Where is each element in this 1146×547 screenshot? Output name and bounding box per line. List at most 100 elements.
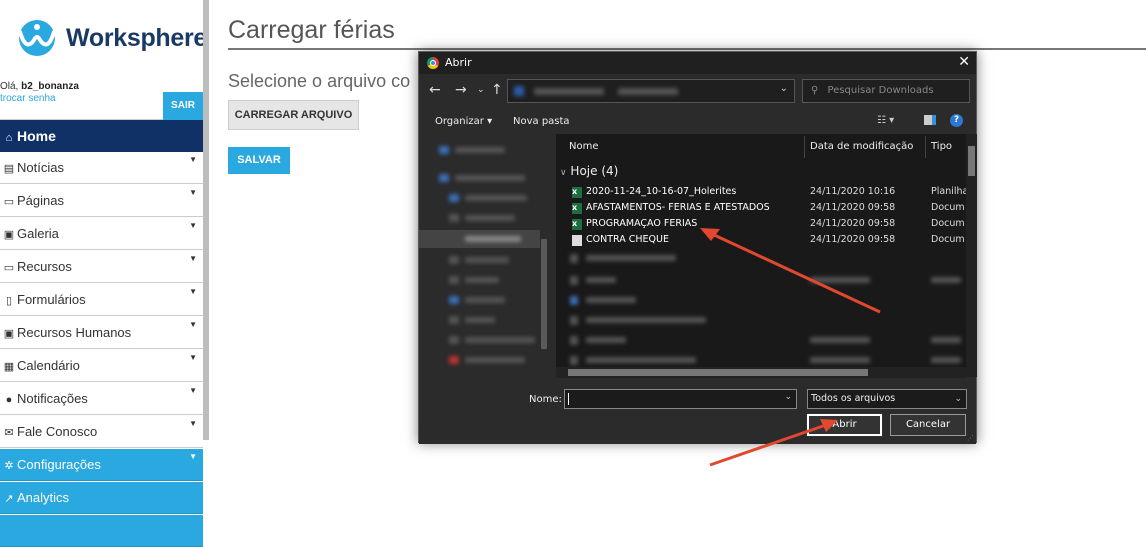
- dialog-navbar: ← → ⌄ ↑ ⌄ ⚲ Pesquisar Downloads: [419, 74, 976, 108]
- file-type: Planilha: [931, 186, 966, 197]
- file-row[interactable]: 2020-11-24_10-16-07_Holerites 24/11/2020…: [556, 184, 966, 200]
- sidebar-item-configuracoes[interactable]: ✲ Configurações ▼: [0, 449, 203, 481]
- file-name: 2020-11-24_10-16-07_Holerites: [586, 186, 737, 197]
- page-title: Carregar férias: [228, 16, 395, 44]
- sidebar-item-recursos-humanos[interactable]: ▣ Recursos Humanos ▼: [0, 317, 203, 349]
- blurred-nav-icon: [439, 146, 449, 154]
- chevron-down-icon: ∨: [560, 168, 567, 178]
- vertical-scroll-thumb[interactable]: [968, 146, 975, 176]
- chevron-down-icon[interactable]: ⌄: [780, 83, 788, 94]
- greeting-text: Olá,: [0, 81, 19, 92]
- file-type-filter[interactable]: Todos os arquivos ⌄: [807, 389, 967, 409]
- dialog-titlebar[interactable]: Abrir ✕: [419, 52, 976, 74]
- dialog-commandbar: Organizar ▾ Nova pasta ☷ ▾ ?: [419, 110, 976, 134]
- sidebar-item-paginas[interactable]: ▭ Páginas ▼: [0, 185, 203, 217]
- file-list[interactable]: Nome Data de modificação Tipo ∨ Hoje (4)…: [556, 134, 966, 377]
- open-button[interactable]: Abrir: [806, 413, 883, 437]
- preview-pane-icon[interactable]: [924, 115, 936, 125]
- file-list-horizontal-scrollbar[interactable]: [556, 367, 966, 378]
- blurred-nav-item: [465, 277, 499, 283]
- caret-down-icon: ▼: [189, 353, 197, 362]
- id-card-icon: ▣: [3, 328, 15, 340]
- blurred-nav-icon: [439, 174, 449, 182]
- blurred-path: [618, 88, 678, 95]
- column-header-name[interactable]: Nome: [569, 134, 599, 160]
- new-folder-button[interactable]: Nova pasta: [513, 116, 570, 127]
- file-type: Docum: [931, 202, 965, 213]
- home-icon: ⌂: [5, 132, 13, 144]
- blurred-file-row: [586, 297, 636, 303]
- sidebar-item-galeria[interactable]: ▣ Galeria ▼: [0, 218, 203, 250]
- blurred-file-row: [810, 357, 870, 363]
- page-subtitle: Selecione o arquivo co: [228, 71, 411, 91]
- blurred-file-row: [586, 337, 626, 343]
- back-arrow-icon[interactable]: ←: [429, 82, 441, 98]
- logout-button[interactable]: SAIR: [163, 92, 203, 120]
- file-row[interactable]: AFASTAMENTOS- FERIAS E ATESTADOS 24/11/2…: [556, 200, 966, 216]
- cancel-button[interactable]: Cancelar: [890, 414, 966, 436]
- recent-locations-icon[interactable]: ⌄: [477, 85, 485, 95]
- caret-down-icon: ▼: [189, 221, 197, 230]
- forward-arrow-icon[interactable]: →: [455, 82, 467, 98]
- view-options-icon[interactable]: ☷ ▾: [877, 115, 894, 126]
- organize-menu[interactable]: Organizar ▾: [435, 116, 492, 127]
- sidebar-item-recursos[interactable]: ▭ Recursos ▼: [0, 251, 203, 283]
- blurred-nav-icon: [449, 336, 459, 344]
- sidebar-item-formularios[interactable]: ▯ Formulários ▼: [0, 284, 203, 316]
- close-icon[interactable]: ✕: [958, 54, 970, 70]
- sidebar-scrollbar[interactable]: [203, 0, 209, 440]
- caret-down-icon: ▼: [189, 254, 197, 263]
- file-type: Docum: [931, 234, 965, 245]
- navigation-pane[interactable]: [419, 134, 551, 379]
- text-cursor: [568, 393, 569, 405]
- sidebar-item-more[interactable]: [0, 515, 203, 547]
- navpane-scrollbar[interactable]: [540, 134, 548, 379]
- blurred-file-row: [570, 296, 578, 305]
- file-row[interactable]: CONTRA CHEQUE 24/11/2020 09:58 Docum: [556, 232, 966, 248]
- sidebar-item-label: Calendário: [17, 358, 80, 373]
- column-header-modified[interactable]: Data de modificação: [810, 134, 913, 160]
- up-arrow-icon[interactable]: ↑: [491, 82, 503, 98]
- resize-grip-icon[interactable]: ⋰: [967, 434, 974, 442]
- blurred-file-row: [586, 357, 696, 363]
- horizontal-scroll-thumb[interactable]: [568, 369, 868, 376]
- blurred-file-row: [931, 357, 961, 363]
- file-list-vertical-scrollbar[interactable]: [966, 134, 977, 377]
- search-input[interactable]: ⚲ Pesquisar Downloads: [802, 79, 970, 103]
- upload-file-button[interactable]: CARREGAR ARQUIVO: [228, 100, 359, 130]
- chevron-down-icon: ⌄: [954, 394, 962, 404]
- window-icon: ▭: [3, 196, 15, 208]
- caret-down-icon: ▼: [189, 287, 197, 296]
- sidebar-item-analytics[interactable]: ↗ Analytics: [0, 482, 203, 514]
- column-header-type[interactable]: Tipo: [931, 134, 952, 160]
- document-icon: [572, 235, 582, 246]
- blurred-file-row: [586, 255, 676, 261]
- group-header[interactable]: ∨ Hoje (4): [560, 164, 618, 178]
- blurred-nav-icon: [449, 356, 459, 364]
- address-bar[interactable]: ⌄: [507, 79, 795, 103]
- blurred-nav-item: [465, 297, 505, 303]
- blurred-nav-icon: [449, 316, 459, 324]
- change-password-link[interactable]: trocar senha: [0, 93, 163, 120]
- sidebar-item-notificacoes[interactable]: ● Notificações ▼: [0, 383, 203, 415]
- chevron-down-icon[interactable]: ⌄: [784, 392, 792, 402]
- excel-icon: [572, 200, 582, 216]
- blurred-nav-icon: [449, 256, 459, 264]
- sidebar-item-home[interactable]: ⌂ Home: [0, 120, 203, 152]
- caret-down-icon: ▼: [189, 188, 197, 197]
- filename-input[interactable]: ⌄: [564, 389, 797, 409]
- blurred-nav-item: [465, 317, 495, 323]
- help-icon[interactable]: ?: [950, 114, 963, 127]
- sidebar-item-noticias[interactable]: ▤ Notícias ▼: [0, 152, 203, 184]
- sidebar-item-calendario[interactable]: ▦ Calendário ▼: [0, 350, 203, 382]
- file-modified: 24/11/2020 10:16: [810, 186, 896, 197]
- filename-label: Nome:: [529, 394, 562, 405]
- brand-logo[interactable]: Worksphere: [14, 18, 207, 58]
- save-button[interactable]: SALVAR: [228, 147, 290, 174]
- file-row[interactable]: PROGRAMAÇAO FERIAS 24/11/2020 09:58 Docu…: [556, 216, 966, 232]
- file-modified: 24/11/2020 09:58: [810, 218, 896, 229]
- sidebar-item-fale-conosco[interactable]: ✉ Fale Conosco ▼: [0, 416, 203, 448]
- file-modified: 24/11/2020 09:58: [810, 202, 896, 213]
- laptop-icon: ▭: [3, 262, 15, 274]
- dialog-footer: Nome: ⌄ Todos os arquivos ⌄ Abrir Cancel…: [419, 382, 976, 444]
